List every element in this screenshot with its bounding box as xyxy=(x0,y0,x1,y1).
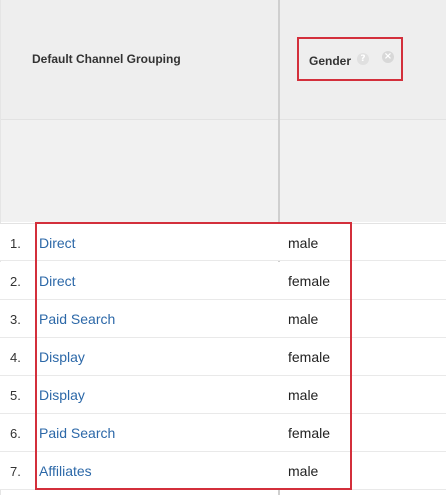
question-mark-icon[interactable]: ? xyxy=(357,53,369,65)
gender-value: male xyxy=(288,311,319,327)
gender-value: female xyxy=(288,425,331,441)
row-number: 6. xyxy=(10,426,21,441)
channel-link[interactable]: Direct xyxy=(39,273,76,289)
row-number: 4. xyxy=(10,350,21,365)
channel-link[interactable]: Display xyxy=(39,387,85,403)
table-row: 6. Paid Search female xyxy=(0,414,446,452)
row-number: 2. xyxy=(10,274,21,289)
close-icon[interactable]: × xyxy=(382,51,394,63)
table-row: 5. Display male xyxy=(0,376,446,414)
table-row: 4. Display female xyxy=(0,338,446,376)
gender-value: female xyxy=(288,349,331,365)
row-number: 7. xyxy=(10,464,21,479)
gender-value: male xyxy=(288,235,319,251)
row-number: 3. xyxy=(10,312,21,327)
table-row: 2. Direct female xyxy=(0,262,446,300)
table-header xyxy=(0,0,446,222)
gender-value: male xyxy=(288,463,319,479)
channel-link[interactable]: Direct xyxy=(39,235,76,251)
table-row: 3. Paid Search male xyxy=(0,300,446,338)
gender-value: male xyxy=(288,387,319,403)
channel-link[interactable]: Paid Search xyxy=(39,311,115,327)
gender-header-highlight: Gender ? × xyxy=(297,37,403,81)
channel-link[interactable]: Affiliates xyxy=(39,463,92,479)
row-number: 5. xyxy=(10,388,21,403)
gender-value: female xyxy=(288,273,331,289)
default-channel-grouping-header[interactable]: Default Channel Grouping xyxy=(32,52,181,66)
table-row: 7. Affiliates male xyxy=(0,452,446,490)
channel-link[interactable]: Paid Search xyxy=(39,425,115,441)
row-number: 1. xyxy=(10,236,21,251)
table-row: 1. Direct male xyxy=(0,223,446,261)
gender-header[interactable]: Gender xyxy=(309,54,351,68)
channel-link[interactable]: Display xyxy=(39,349,85,365)
header-spacer xyxy=(0,120,446,222)
